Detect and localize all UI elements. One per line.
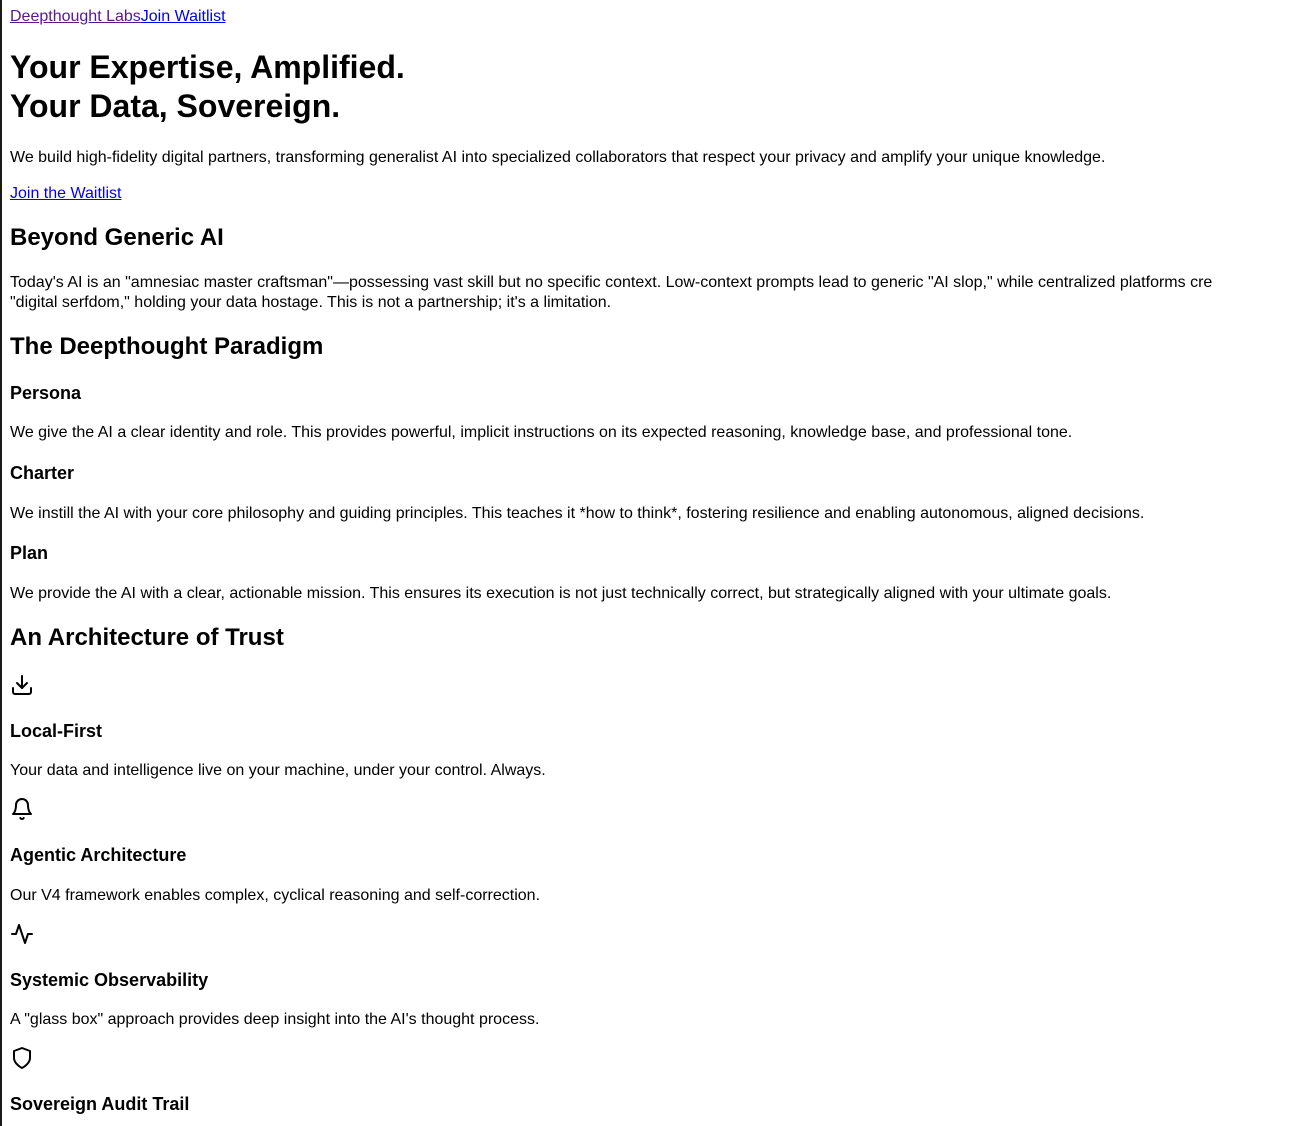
brand-link[interactable]: Deepthought Labs [10,8,141,25]
section-heading-paradigm: The Deepthought Paradigm [10,333,324,360]
trust-item-title: Agentic Architecture [10,845,187,865]
activity-icon [10,922,34,946]
trust-item-text: Our V4 framework enables complex, cyclic… [10,887,541,904]
bell-icon [10,797,34,821]
hero-title-line-1: Your Expertise, Amplified. [10,49,405,85]
trust-item-title: Sovereign Audit Trail [10,1094,190,1114]
viewport-left-border [0,0,2,1126]
top-nav: Deepthought LabsJoin Waitlist [10,8,226,26]
hero-title: Your Expertise, Amplified. Your Data, So… [10,48,405,126]
paradigm-item-title: Plan [10,543,49,563]
beyond-text-line-2: "digital serfdom," holding your data hos… [10,294,612,311]
trust-item-text: A "glass box" approach provides deep ins… [10,1011,540,1028]
nav-join-waitlist-link[interactable]: Join Waitlist [141,8,226,25]
trust-item-title: Systemic Observability [10,970,209,990]
hero-subtitle: We build high-fidelity digital partners,… [10,149,1106,166]
hero-title-line-2: Your Data, Sovereign. [10,88,341,124]
join-the-waitlist-link[interactable]: Join the Waitlist [10,184,121,204]
trust-item-title: Local-First [10,721,103,741]
paradigm-item-title: Persona [10,383,82,403]
paradigm-item-text: We give the AI a clear identity and role… [10,424,1073,441]
paradigm-item-title: Charter [10,463,75,483]
beyond-text-line-1: Today's AI is an "amnesiac master crafts… [10,274,1213,291]
shield-icon [10,1046,34,1070]
paradigm-item-text: We provide the AI with a clear, actionab… [10,585,1112,602]
section-heading-trust: An Architecture of Trust [10,624,284,651]
download-icon [10,673,34,697]
section-heading-beyond: Beyond Generic AI [10,224,224,251]
paradigm-item-text: We instill the AI with your core philoso… [10,505,1145,522]
trust-item-text: Your data and intelligence live on your … [10,762,546,779]
